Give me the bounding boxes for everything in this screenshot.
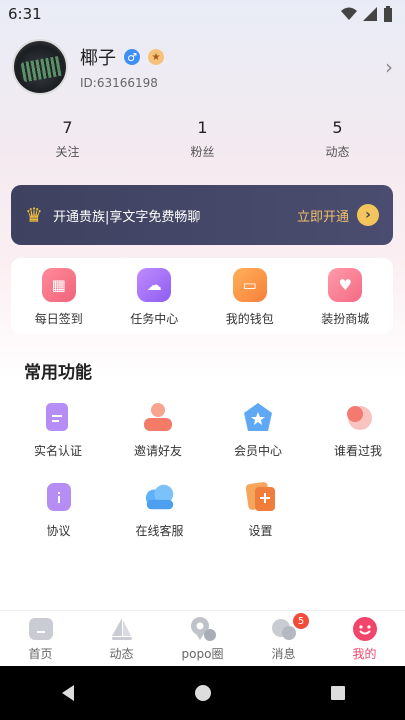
- calendar-icon: ▦: [41, 268, 76, 302]
- quick-actions-card: ▦ 每日签到 ☁ 任务中心 ▭ 我的钱包 ♥ 装扮商城: [11, 258, 393, 334]
- feature-label: 协议: [46, 524, 71, 538]
- id-card-icon: [41, 400, 75, 434]
- tab-mine[interactable]: 我的: [324, 611, 405, 666]
- feature-customer-service[interactable]: 在线客服: [112, 480, 207, 560]
- tab-messages[interactable]: 5 消息: [243, 611, 324, 666]
- feature-member-center[interactable]: 会员中心: [211, 400, 305, 480]
- stat-value: 7: [62, 118, 73, 137]
- crown-icon: ♛: [25, 203, 43, 227]
- status-time: 6:31: [8, 5, 42, 23]
- profile-info: 椰子 ♂ ★ ID:63166198: [80, 44, 385, 90]
- feature-label: 在线客服: [135, 524, 184, 538]
- vip-banner[interactable]: ♛ 开通贵族|享文字免费畅聊 立即开通 ›: [11, 185, 393, 245]
- heart-gift-icon: ♥: [328, 268, 363, 302]
- avatar[interactable]: [12, 39, 68, 95]
- stat-value: 1: [197, 118, 208, 137]
- location-icon: [189, 616, 217, 642]
- stat-label: 关注: [55, 145, 80, 159]
- back-icon[interactable]: [59, 684, 77, 702]
- member-star-icon: [241, 400, 275, 434]
- user-name: 椰子: [80, 48, 116, 69]
- quick-wallet[interactable]: ▭ 我的钱包: [202, 258, 298, 334]
- task-bell-icon: ☁: [137, 268, 172, 302]
- recents-icon[interactable]: [330, 685, 346, 701]
- smile-icon: [351, 616, 379, 642]
- settings-icon: [244, 480, 278, 514]
- feature-visitors[interactable]: 谁看过我: [311, 400, 405, 480]
- wifi-icon: [341, 7, 357, 20]
- bottom-tab-bar: 首页 动态 popo圈 5 消息 我的: [0, 610, 405, 666]
- agreement-icon: [42, 480, 76, 514]
- home-icon: [27, 616, 55, 642]
- feature-label: 谁看过我: [333, 444, 382, 458]
- sail-icon: [108, 616, 136, 642]
- profile-header[interactable]: 椰子 ♂ ★ ID:63166198 ›: [12, 38, 393, 96]
- stat-following[interactable]: 7 关注: [0, 118, 135, 166]
- feature-label: 邀请好友: [133, 444, 182, 458]
- tab-label: 消息: [271, 647, 296, 661]
- unread-badge: 5: [293, 613, 309, 629]
- stat-label: 粉丝: [190, 145, 215, 159]
- customer-service-icon: [143, 480, 177, 514]
- tab-feed[interactable]: 动态: [81, 611, 162, 666]
- visitors-icon: [341, 400, 375, 434]
- tab-label: 我的: [352, 647, 377, 661]
- wallet-icon: ▭: [232, 268, 267, 302]
- battery-icon: [384, 6, 392, 22]
- feature-label: 实名认证: [33, 444, 82, 458]
- status-bar: 6:31: [0, 0, 405, 28]
- feature-label: 会员中心: [233, 444, 282, 458]
- stat-label: 动态: [325, 145, 350, 159]
- status-icons: [341, 6, 393, 22]
- tab-popo-circle[interactable]: popo圈: [162, 611, 243, 666]
- invite-friends-icon: [141, 400, 175, 434]
- feature-grid: 实名认证 邀请好友 会员中心 谁看过我 协议 在线客服 设置: [0, 400, 405, 560]
- tab-label: 首页: [28, 647, 53, 661]
- stat-posts[interactable]: 5 动态: [270, 118, 405, 166]
- stats-row: 7 关注 1 粉丝 5 动态: [0, 118, 405, 166]
- chevron-right-icon[interactable]: ›: [385, 55, 393, 79]
- quick-label: 我的钱包: [225, 312, 274, 326]
- stat-fans[interactable]: 1 粉丝: [135, 118, 270, 166]
- stat-value: 5: [332, 118, 343, 137]
- quick-label: 装扮商城: [321, 312, 370, 326]
- male-gender-icon: ♂: [124, 49, 140, 65]
- section-title: 常用功能: [24, 363, 92, 383]
- level-badge-icon: ★: [148, 49, 164, 65]
- vip-text: 开通贵族|享文字免费畅聊: [52, 209, 201, 225]
- quick-task-center[interactable]: ☁ 任务中心: [107, 258, 203, 334]
- tab-label: 动态: [109, 647, 134, 661]
- vip-open-button[interactable]: 立即开通: [297, 206, 349, 225]
- system-nav-bar: [0, 666, 405, 720]
- quick-daily-checkin[interactable]: ▦ 每日签到: [11, 258, 107, 334]
- signal-icon: [363, 7, 377, 21]
- feature-label: 设置: [248, 524, 273, 538]
- feature-agreement[interactable]: 协议: [11, 480, 106, 560]
- arrow-right-icon[interactable]: ›: [357, 204, 379, 226]
- quick-label: 每日签到: [34, 312, 83, 326]
- quick-label: 任务中心: [130, 312, 179, 326]
- feature-settings[interactable]: 设置: [213, 480, 308, 560]
- tab-home[interactable]: 首页: [0, 611, 81, 666]
- user-id: ID:63166198: [80, 76, 158, 90]
- quick-dress-shop[interactable]: ♥ 装扮商城: [298, 258, 394, 334]
- tab-label: popo圈: [181, 647, 224, 661]
- feature-invite-friends[interactable]: 邀请好友: [111, 400, 205, 480]
- home-circle-icon[interactable]: [194, 684, 212, 702]
- feature-real-name[interactable]: 实名认证: [11, 400, 105, 480]
